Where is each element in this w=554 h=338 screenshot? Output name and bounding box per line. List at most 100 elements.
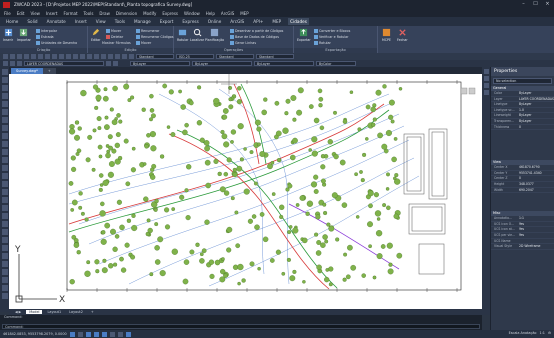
menu-format[interactable]: Format bbox=[63, 11, 77, 16]
layout-tab-add[interactable]: + bbox=[88, 310, 97, 314]
tab-solid[interactable]: Solid bbox=[25, 18, 39, 25]
menu-mep[interactable]: MEP bbox=[240, 11, 248, 16]
snap-toggle-icon[interactable] bbox=[69, 331, 75, 337]
tab-manage[interactable]: Manage bbox=[132, 18, 153, 25]
polygon-tool-icon[interactable] bbox=[1, 109, 8, 115]
menu-dimension[interactable]: Dimension bbox=[116, 11, 137, 16]
maximize-icon[interactable]: ☐ bbox=[531, 1, 540, 7]
rotate-tool-icon[interactable] bbox=[1, 229, 8, 235]
tab-annotate[interactable]: Annotate bbox=[45, 18, 68, 25]
selection-select[interactable]: No selection bbox=[493, 78, 552, 84]
menu-tools[interactable]: Tools bbox=[84, 11, 94, 16]
dimension-tool-icon[interactable] bbox=[1, 285, 8, 291]
make-current-icon[interactable] bbox=[106, 61, 111, 66]
mover-button[interactable]: Mover bbox=[106, 29, 121, 33]
minimize-icon[interactable]: – bbox=[519, 1, 528, 7]
preview-icon[interactable] bbox=[31, 54, 36, 59]
layer-previous-icon[interactable] bbox=[113, 61, 118, 66]
drawing-svg[interactable]: X Y bbox=[9, 74, 482, 309]
workspace-gear-icon[interactable]: ⚙ bbox=[548, 331, 551, 335]
print-icon[interactable] bbox=[24, 54, 29, 59]
save-icon[interactable] bbox=[17, 54, 22, 59]
tab-api[interactable]: API+ bbox=[251, 18, 265, 25]
annotation-scale-label[interactable]: Escala Anotação bbox=[509, 331, 537, 335]
prop-row[interactable]: Width 690.2047 bbox=[491, 188, 554, 194]
offset-tool-icon[interactable] bbox=[1, 205, 8, 211]
explode-tool-icon[interactable] bbox=[1, 269, 8, 275]
gerar-linhas-button[interactable]: Gerar Linhas bbox=[230, 41, 256, 45]
layout-tab-model[interactable]: Model bbox=[26, 310, 43, 314]
dist-tool-icon[interactable] bbox=[483, 69, 489, 74]
lineweight-toggle-icon[interactable] bbox=[117, 331, 123, 337]
fechar-button[interactable]: Fechar bbox=[397, 28, 408, 42]
menu-modify[interactable]: Modify bbox=[143, 11, 156, 16]
mcpe-button[interactable]: MCPE bbox=[382, 28, 391, 42]
mleader-style-select[interactable]: Standard bbox=[256, 54, 294, 59]
open-icon[interactable] bbox=[10, 54, 15, 59]
menu-file[interactable]: File bbox=[4, 11, 11, 16]
tab-arcgis[interactable]: ArcGIS bbox=[228, 18, 246, 25]
menu-express[interactable]: Express bbox=[162, 11, 178, 16]
rectangle-tool-icon[interactable] bbox=[1, 101, 8, 107]
mirror-tool-icon[interactable] bbox=[1, 197, 8, 203]
converter-blocos-button[interactable]: Converter e Blocos bbox=[314, 29, 350, 33]
exportar-button[interactable]: Exportar bbox=[297, 28, 311, 42]
model-toggle-icon[interactable] bbox=[125, 331, 131, 337]
tab-online[interactable]: Online bbox=[206, 18, 224, 25]
import-button[interactable]: Importar bbox=[17, 28, 31, 42]
help-icon[interactable] bbox=[129, 54, 134, 59]
id-tool-icon[interactable] bbox=[483, 90, 489, 95]
mostrar-formulas-button[interactable]: Mostrar Fórmulas bbox=[102, 41, 131, 45]
leader-tool-icon[interactable] bbox=[1, 293, 8, 299]
osnap-toggle-icon[interactable] bbox=[101, 331, 107, 337]
fillet-tool-icon[interactable] bbox=[1, 261, 8, 267]
linetype-select[interactable]: ByLayer bbox=[192, 61, 252, 66]
measure-tool-icon[interactable] bbox=[1, 277, 8, 283]
text-tool-icon[interactable] bbox=[1, 173, 8, 179]
tab-export[interactable]: Export bbox=[158, 18, 176, 25]
undo-icon[interactable] bbox=[59, 54, 64, 59]
text-style-select[interactable]: Standard bbox=[136, 54, 174, 59]
layout-nav-icon[interactable]: ◀ ▶ bbox=[12, 310, 24, 314]
lineweight-select[interactable]: ByLayer bbox=[254, 61, 314, 66]
close-icon[interactable]: × bbox=[543, 1, 552, 7]
layer-manager-icon[interactable] bbox=[3, 61, 8, 66]
array-tool-icon[interactable] bbox=[1, 213, 8, 219]
prop-row[interactable]: Thickness 0 bbox=[491, 125, 554, 131]
otrack-toggle-icon[interactable] bbox=[109, 331, 115, 337]
zoom-icon[interactable] bbox=[80, 54, 85, 59]
trim-tool-icon[interactable] bbox=[1, 245, 8, 251]
layer-select[interactable]: LAYER COORDENADAS bbox=[24, 61, 104, 66]
verificar-button[interactable]: Verificar e Rotular bbox=[314, 35, 349, 39]
base-dados-button[interactable]: Base de Dados de Códigos bbox=[230, 35, 279, 39]
tab-insert[interactable]: Insert bbox=[73, 18, 89, 25]
new-icon[interactable] bbox=[3, 54, 8, 59]
spline-tool-icon[interactable] bbox=[1, 117, 8, 123]
cut-icon[interactable] bbox=[38, 54, 43, 59]
calculator-icon[interactable] bbox=[122, 54, 127, 59]
tool-palette-icon[interactable] bbox=[115, 54, 120, 59]
scale-tool-icon[interactable] bbox=[1, 237, 8, 243]
planificacao-button[interactable]: Planificação bbox=[205, 28, 224, 42]
layout-tab-layout1[interactable]: Layout1 bbox=[44, 310, 64, 314]
redo-icon[interactable] bbox=[66, 54, 71, 59]
menu-arcgis[interactable]: ArcGIS bbox=[221, 11, 234, 16]
properties-icon[interactable] bbox=[101, 54, 106, 59]
area-tool-icon[interactable] bbox=[483, 76, 489, 81]
plotstyle-select[interactable]: ByColor bbox=[316, 61, 356, 66]
menu-edit[interactable]: Edit bbox=[17, 11, 25, 16]
layer-state-icon[interactable] bbox=[10, 61, 15, 66]
tab-express[interactable]: Express bbox=[180, 18, 200, 25]
menu-insert[interactable]: Insert bbox=[46, 11, 57, 16]
circle-tool-icon[interactable] bbox=[1, 85, 8, 91]
deletar-button[interactable]: Deletar bbox=[106, 35, 123, 39]
layout-tab-layout2[interactable]: Layout2 bbox=[66, 310, 86, 314]
tab-view[interactable]: View bbox=[94, 18, 108, 25]
menu-draw[interactable]: Draw bbox=[99, 11, 109, 16]
move-tool-icon[interactable] bbox=[1, 221, 8, 227]
ellipse-tool-icon[interactable] bbox=[1, 125, 8, 131]
dim-style-select[interactable]: ISO-25 bbox=[176, 54, 214, 59]
renumerar-button[interactable]: Renumerar bbox=[136, 29, 159, 33]
interpolar-button[interactable]: Interpolar bbox=[36, 29, 57, 33]
layer-on-icon[interactable] bbox=[17, 61, 22, 66]
